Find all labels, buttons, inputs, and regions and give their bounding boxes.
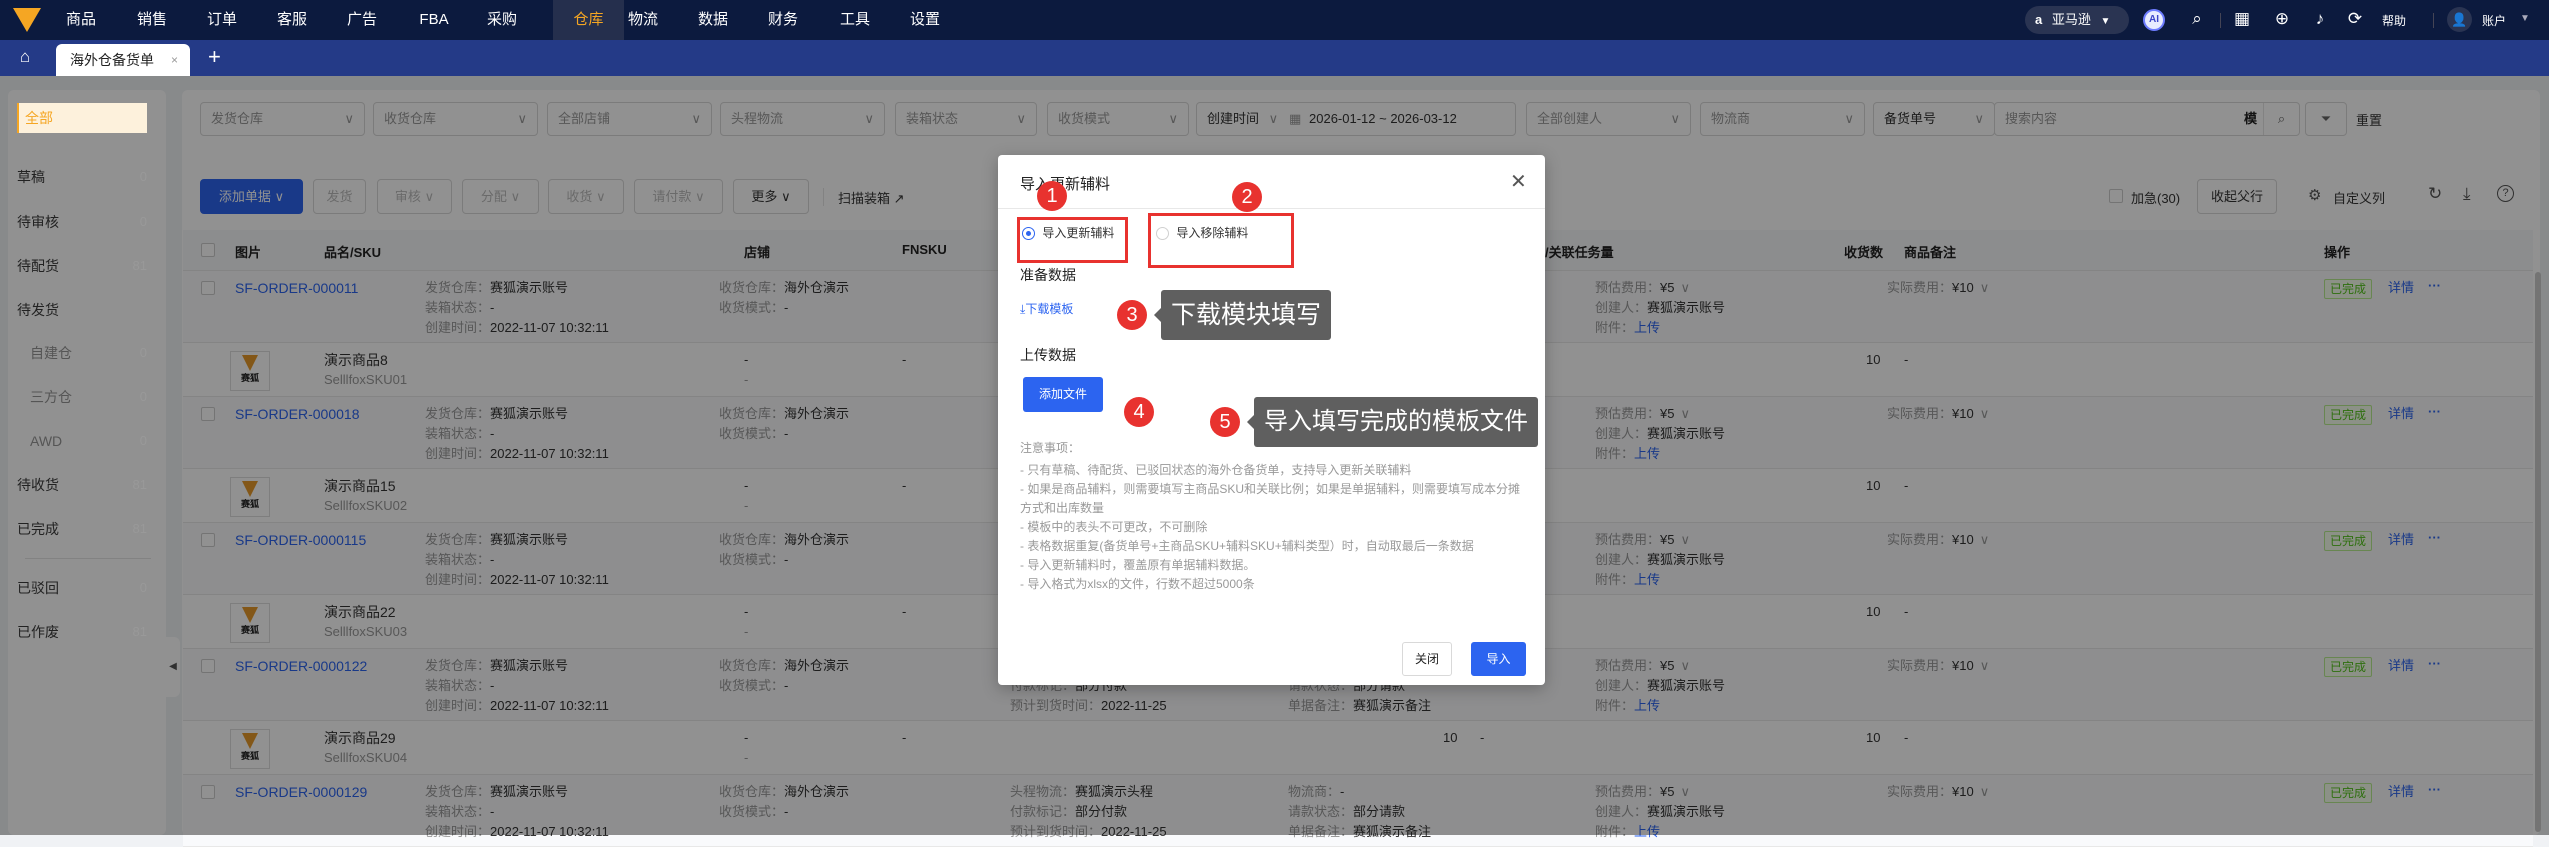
sidebar-item[interactable]: 已作废 81 xyxy=(17,617,147,647)
search-icon[interactable]: ⌕ xyxy=(2187,9,2207,29)
notes-list: - 只有草稿、待配货、已驳回状态的海外仓备货单，支持导入更新关联辅料 - 如果是… xyxy=(1020,461,1530,594)
sidebar-item[interactable]: 已驳回 0 xyxy=(17,573,147,603)
add-file-button[interactable]: 添加文件 xyxy=(1023,377,1103,412)
step-marker-1: 1 xyxy=(1037,181,1067,211)
tab-overseas-stock-order[interactable]: 海外仓备货单 × xyxy=(56,44,190,76)
nav-item-5[interactable]: FBA xyxy=(399,0,469,40)
annotation-tip-5: 导入填写完成的模板文件 xyxy=(1247,397,1538,447)
tab-label: 海外仓备货单 xyxy=(70,52,154,68)
divider xyxy=(998,208,1545,209)
nav-item-11[interactable]: 工具 xyxy=(820,0,890,40)
headset-icon[interactable]: ⟳ xyxy=(2345,9,2365,29)
nav-item-12[interactable]: 设置 xyxy=(890,0,960,40)
sidebar-item-label: 三方仓 xyxy=(30,389,72,405)
step-marker-4: 4 xyxy=(1124,397,1154,427)
prepare-data-heading: 准备数据 xyxy=(1020,267,1076,283)
top-nav: 商品 销售 订单 客服 广告 FBA 采购 仓库 物流 数据 财务 工具 设置 a 亚马逊 ▼ AI ⌕… xyxy=(0,0,2549,40)
add-tab-button[interactable]: + xyxy=(208,44,221,70)
nav-item-3[interactable]: 客服 xyxy=(257,0,327,40)
sidebar-item-label: 已完成 xyxy=(17,521,59,537)
close-button[interactable]: 关闭 xyxy=(1402,642,1452,676)
sidebar-item-label: 待配货 xyxy=(17,258,59,274)
sidebar-item-count: 0 xyxy=(139,433,147,448)
sidebar-item-label: 全部 xyxy=(25,110,53,126)
sidebar-item[interactable]: 待收货 81 xyxy=(17,470,147,500)
close-icon[interactable]: × xyxy=(171,44,178,76)
divider xyxy=(2220,13,2221,28)
step-marker-3: 3 xyxy=(1117,300,1147,330)
sidebar-item-label: 已作废 xyxy=(17,624,59,640)
nav-item-6[interactable]: 采购 xyxy=(467,0,537,40)
nav-item-2[interactable]: 订单 xyxy=(187,0,257,40)
note-item: - 导入更新辅料时，覆盖原有单据辅料数据。 xyxy=(1020,558,1256,572)
sidebar-item[interactable]: 待发货 xyxy=(17,295,147,325)
upload-data-heading: 上传数据 xyxy=(1020,347,1076,363)
note-item: - 表格数据重复(备货单号+主商品SKU+辅料SKU+辅料类型）时，自动取最后一… xyxy=(1020,539,1474,553)
sidebar-item-count: 81 xyxy=(132,258,147,273)
sidebar-item[interactable]: AWD 0 xyxy=(30,426,147,456)
sidebar-item[interactable]: 草稿 0 xyxy=(17,162,147,192)
nav-item-10[interactable]: 财务 xyxy=(748,0,818,40)
sidebar-item[interactable]: 自建仓 0 xyxy=(30,338,147,368)
close-icon[interactable]: ✕ xyxy=(1510,169,1527,194)
nav-item-4[interactable]: 广告 xyxy=(327,0,397,40)
sidebar-item-label: 待收货 xyxy=(17,477,59,493)
step-marker-5: 5 xyxy=(1210,407,1240,437)
sidebar-item-count: 81 xyxy=(132,477,147,492)
annotation-box-2 xyxy=(1148,213,1294,268)
logo-icon[interactable] xyxy=(13,8,41,32)
note-item: - 导入格式为xlsx的文件，行数不超过5000条 xyxy=(1020,577,1255,591)
import-button[interactable]: 导入 xyxy=(1471,642,1526,676)
home-icon[interactable]: ⌂ xyxy=(14,47,36,67)
nav-item-0[interactable]: 商品 xyxy=(46,0,116,40)
nav-item-8[interactable]: 物流 xyxy=(608,0,678,40)
sidebar-item[interactable]: 三方仓 0 xyxy=(30,382,147,412)
sidebar-item-label: 自建仓 xyxy=(30,345,72,361)
sidebar-item-label: AWD xyxy=(30,433,63,449)
bell-icon[interactable]: ♪ xyxy=(2310,9,2330,29)
download-icon[interactable]: ⊕ xyxy=(2272,9,2292,29)
sidebar-item-count: 0 xyxy=(139,214,147,229)
caret-down-icon: ▼ xyxy=(2100,16,2111,27)
sidebar-item-count: 81 xyxy=(132,624,147,639)
nav-item-9[interactable]: 数据 xyxy=(678,0,748,40)
annotation-box-1 xyxy=(1017,217,1128,263)
sidebar-item-count: 0 xyxy=(139,389,147,404)
import-accessories-dialog: 导入更新辅料 ✕ 导入更新辅料 导入移除辅料 准备数据 ⤓下载模板 上传数据 添… xyxy=(998,155,1545,685)
caret-down-icon: ▼ xyxy=(2520,13,2530,24)
sidebar-item-count: 0 xyxy=(139,345,147,360)
note-item: - 如果是商品辅料，则需要填写主商品SKU和关联比例；如果是单据辅料，则需要填写… xyxy=(1020,482,1521,515)
sidebar-item[interactable]: 已完成 81 xyxy=(17,514,147,544)
sidebar-item-count: 0 xyxy=(139,580,147,595)
divider xyxy=(2433,13,2434,28)
note-item: - 只有草稿、待配货、已驳回状态的海外仓备货单，支持导入更新关联辅料 xyxy=(1020,463,1412,477)
sidebar-item-count: 0 xyxy=(139,169,147,184)
avatar[interactable]: 👤 xyxy=(2447,7,2472,32)
sidebar-item-label: 草稿 xyxy=(17,169,45,185)
download-template-link[interactable]: ⤓下载模板 xyxy=(1020,300,1073,317)
platform-selector[interactable]: a 亚马逊 ▼ xyxy=(2025,6,2129,34)
amazon-icon: a xyxy=(2035,12,2043,27)
sidebar-item[interactable]: 全部 xyxy=(17,103,147,133)
step-marker-2: 2 xyxy=(1232,182,1262,212)
platform-label: 亚马逊 xyxy=(2051,12,2091,27)
annotation-tip-3: 下载模块填写 xyxy=(1153,290,1332,340)
grid-icon[interactable]: ▦ xyxy=(2232,9,2252,29)
note-item: - 模板中的表头不可更改，不可删除 xyxy=(1020,520,1208,534)
account-menu[interactable]: 账户 xyxy=(2482,12,2506,29)
sidebar-item-label: 待发货 xyxy=(17,302,59,318)
tab-bar: ⌂ 海外仓备货单 × + xyxy=(0,40,2549,76)
sidebar-item[interactable]: 待审核 0 xyxy=(17,207,147,237)
help-link[interactable]: 帮助 xyxy=(2382,12,2406,29)
sidebar-item-count: 81 xyxy=(132,521,147,536)
nav-item-1[interactable]: 销售 xyxy=(117,0,187,40)
sidebar-item-label: 待审核 xyxy=(17,214,59,230)
sidebar-item[interactable]: 待配货 81 xyxy=(17,251,147,281)
ai-button[interactable]: AI xyxy=(2143,9,2165,31)
sidebar-item-label: 已驳回 xyxy=(17,580,59,596)
